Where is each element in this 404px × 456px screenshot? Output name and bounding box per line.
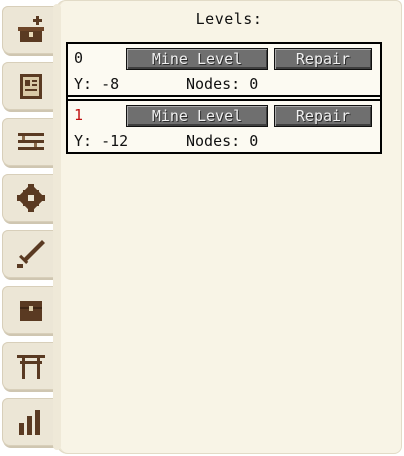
tab-stats[interactable]	[2, 398, 60, 446]
level-y-value: Y: -12	[74, 132, 129, 150]
level-index: 0	[74, 49, 84, 67]
repair-button[interactable]: Repair	[274, 105, 372, 127]
levels-list: 0 Mine Level Repair Y: -8 Nodes: 0 1 Min…	[66, 42, 382, 154]
mine-level-button[interactable]: Mine Level	[126, 105, 268, 127]
gear-icon	[14, 181, 48, 215]
level-y-value: Y: -8	[74, 75, 120, 93]
tab-structures[interactable]	[2, 342, 60, 390]
tab-book[interactable]	[2, 62, 60, 110]
mine-level-button[interactable]: Mine Level	[126, 48, 268, 70]
chest-icon	[14, 293, 48, 327]
game-gui: Levels: 0 Mine Level Repair Y: -8 Nodes:…	[0, 0, 404, 456]
tab-list[interactable]	[2, 118, 60, 166]
list-lines-icon	[14, 125, 48, 159]
tab-storage[interactable]	[2, 286, 60, 334]
tab-combat[interactable]	[2, 230, 60, 278]
level-nodes-count: Nodes: 0	[186, 75, 259, 93]
levels-panel: Levels: 0 Mine Level Repair Y: -8 Nodes:…	[53, 0, 402, 454]
level-nodes-count: Nodes: 0	[186, 132, 259, 150]
bar-chart-icon	[14, 405, 48, 439]
level-row[interactable]: 1 Mine Level Repair Y: -12 Nodes: 0	[68, 99, 380, 152]
page-title: Levels:	[195, 10, 263, 28]
book-icon	[14, 69, 48, 103]
torii-gate-icon	[14, 349, 48, 383]
level-row[interactable]: 0 Mine Level Repair Y: -8 Nodes: 0	[68, 44, 380, 97]
sword-icon	[14, 237, 48, 271]
repair-button[interactable]: Repair	[274, 48, 372, 70]
crown-chest-icon	[14, 13, 48, 47]
tab-settings[interactable]	[2, 174, 60, 222]
tab-overview[interactable]	[2, 6, 60, 54]
level-index: 1	[74, 106, 84, 124]
